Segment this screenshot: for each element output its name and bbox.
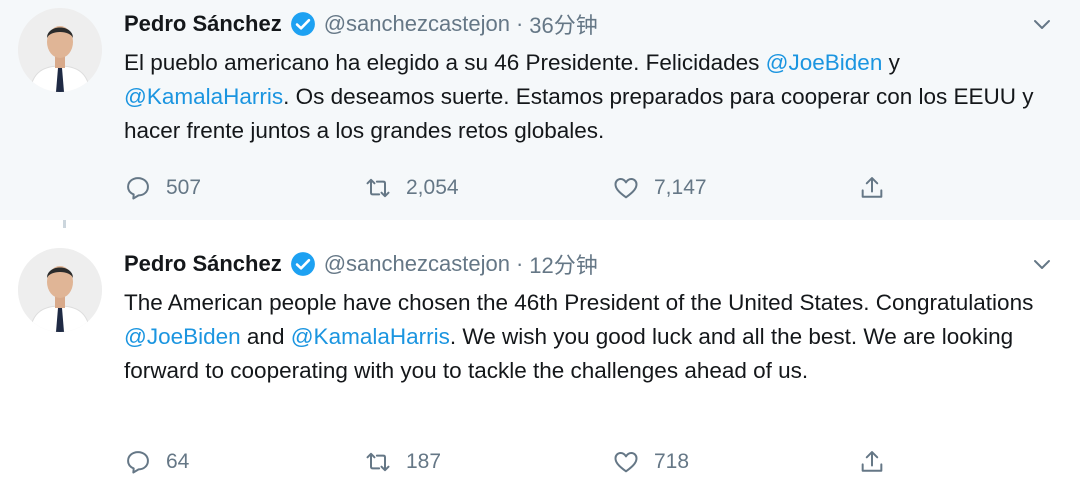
retweet-icon [364, 174, 406, 202]
verified-badge-icon [290, 11, 316, 37]
like-count: 7,147 [654, 176, 707, 199]
chevron-down-icon[interactable] [1030, 12, 1054, 36]
like-button[interactable]: 7,147 [612, 172, 707, 204]
author-name[interactable]: Pedro Sánchez [124, 11, 282, 37]
text-segment: and [240, 324, 291, 349]
retweet-count: 187 [406, 450, 442, 473]
tweet-1[interactable]: Pedro Sánchez @sanchezcastejon · 36分钟 El… [0, 0, 1080, 220]
text-segment: El pueblo americano ha elegido a su 46 P… [124, 50, 766, 75]
tweet-header: Pedro Sánchez @sanchezcastejon · 12分钟 [124, 244, 598, 284]
tweet-text: El pueblo americano ha elegido a su 46 P… [124, 46, 1064, 148]
timestamp[interactable]: 36分钟 [529, 8, 597, 40]
avatar[interactable] [18, 8, 102, 92]
avatar[interactable] [18, 248, 102, 332]
heart-icon [612, 448, 654, 476]
heart-icon [612, 174, 654, 202]
share-button[interactable] [858, 446, 900, 478]
author-name[interactable]: Pedro Sánchez [124, 251, 282, 277]
author-handle[interactable]: @sanchezcastejon [324, 11, 510, 37]
mention-link[interactable]: @KamalaHarris [124, 84, 283, 109]
mention-link[interactable]: @JoeBiden [124, 324, 241, 349]
tweet-header: Pedro Sánchez @sanchezcastejon · 36分钟 [124, 4, 598, 44]
retweet-button[interactable]: 187 [364, 446, 441, 478]
retweet-button[interactable]: 2,054 [364, 172, 459, 204]
tweet-text: The American people have chosen the 46th… [124, 286, 1064, 388]
tweet-actions: 507 2,054 7,147 [124, 172, 924, 204]
like-button[interactable]: 718 [612, 446, 689, 478]
reply-count: 507 [166, 176, 202, 199]
reply-button[interactable]: 507 [124, 172, 201, 204]
text-segment: The American people have chosen the 46th… [124, 290, 1034, 315]
separator-dot: · [515, 251, 524, 276]
author-handle[interactable]: @sanchezcastejon [324, 251, 510, 277]
separator-dot: · [515, 11, 524, 36]
share-button[interactable] [858, 172, 900, 204]
mention-link[interactable]: @KamalaHarris [291, 324, 450, 349]
verified-badge-icon [290, 251, 316, 277]
reply-count: 64 [166, 450, 190, 473]
chevron-down-icon[interactable] [1030, 252, 1054, 276]
retweet-icon [364, 448, 406, 476]
share-icon [858, 448, 900, 476]
tweet-actions: 64 187 718 [124, 446, 924, 478]
retweet-count: 2,054 [406, 176, 459, 199]
reply-icon [124, 174, 166, 202]
tweet-2[interactable]: Pedro Sánchez @sanchezcastejon · 12分钟 Th… [0, 228, 1080, 486]
text-segment: y [882, 50, 900, 75]
reply-button[interactable]: 64 [124, 446, 189, 478]
timestamp[interactable]: 12分钟 [529, 248, 597, 280]
mention-link[interactable]: @JoeBiden [766, 50, 883, 75]
share-icon [858, 174, 900, 202]
reply-icon [124, 448, 166, 476]
like-count: 718 [654, 450, 690, 473]
